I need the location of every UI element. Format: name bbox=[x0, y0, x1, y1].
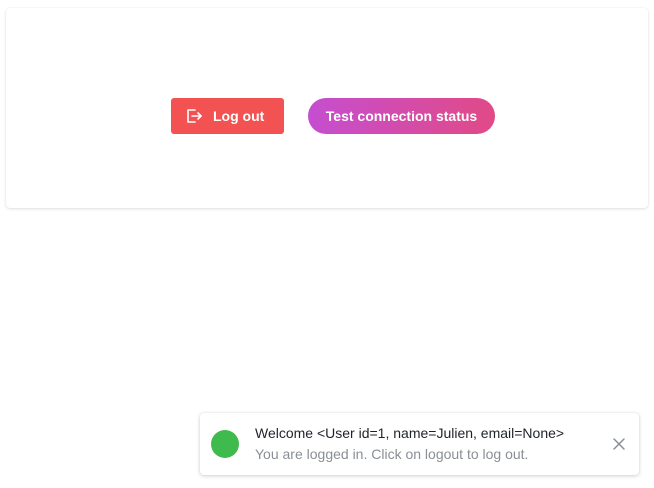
notification-message: You are logged in. Click on logout to lo… bbox=[255, 446, 529, 462]
logout-icon bbox=[185, 107, 203, 125]
close-icon[interactable] bbox=[612, 437, 626, 451]
test-connection-button[interactable]: Test connection status bbox=[308, 98, 495, 134]
success-status-icon bbox=[211, 430, 239, 458]
logout-button[interactable]: Log out bbox=[171, 98, 284, 134]
test-connection-label: Test connection status bbox=[325, 108, 478, 124]
logout-button-label: Log out bbox=[213, 108, 265, 124]
notification-title: Welcome <User id=1, name=Julien, email=N… bbox=[255, 425, 565, 441]
action-card: Log out Test connection status bbox=[6, 8, 648, 208]
notification-toast: Welcome <User id=1, name=Julien, email=N… bbox=[200, 413, 639, 475]
page: Log out Test connection status Welcome <… bbox=[0, 0, 654, 488]
